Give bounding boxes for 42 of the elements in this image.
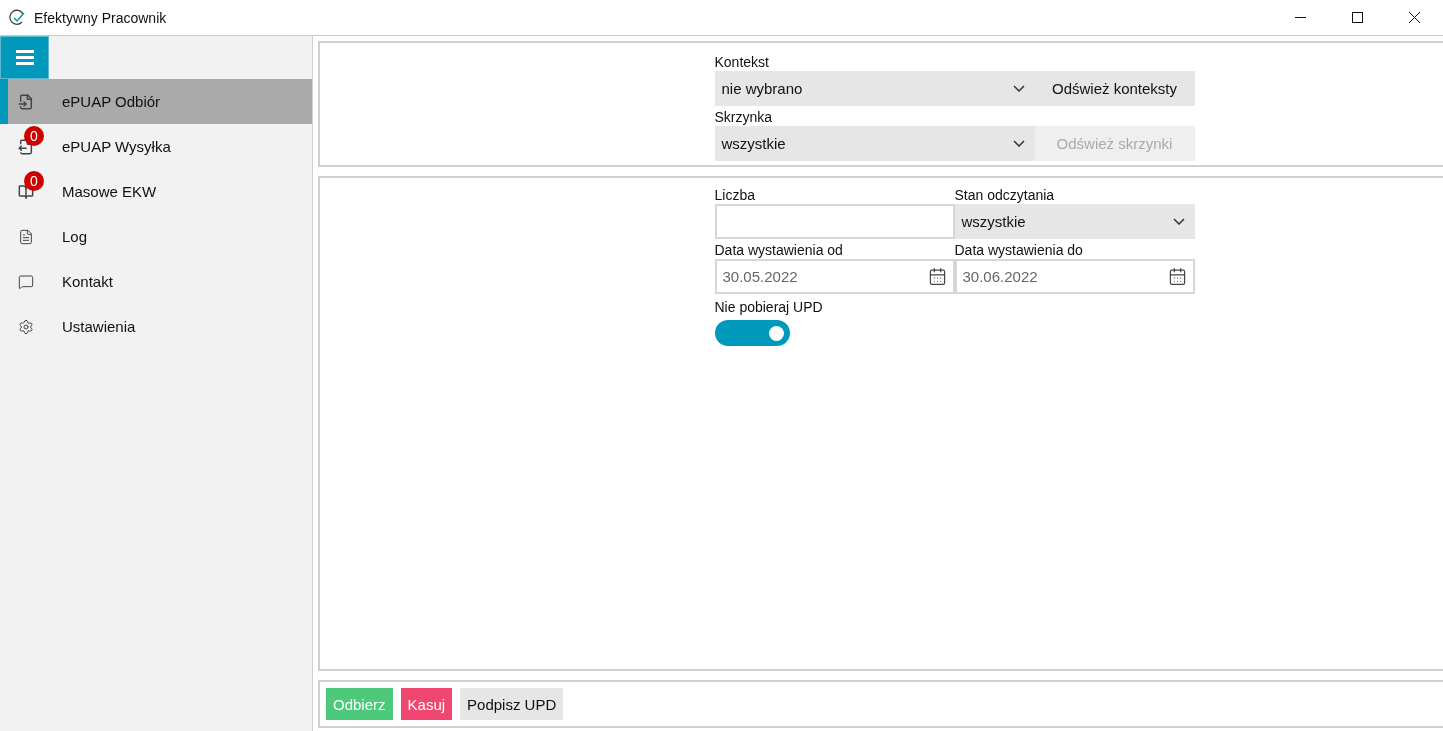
- field-label: Liczba: [714, 186, 756, 204]
- field-label: Kontekst: [714, 53, 770, 71]
- nav-icon: [18, 272, 34, 291]
- calendar-icon: [927, 267, 947, 286]
- action-button[interactable]: Podpisz UPD: [459, 687, 565, 721]
- window-title: Efektywny Pracownik: [34, 9, 168, 26]
- field-label: Data wystawienia od: [714, 241, 844, 259]
- refresh-button[interactable]: Odśwież konteksty: [1034, 71, 1195, 106]
- date-field[interactable]: 30.05.2022: [714, 259, 955, 294]
- chevron-down-icon: [1172, 218, 1185, 225]
- count-badge: 0: [24, 170, 44, 191]
- menu-button[interactable]: [0, 36, 49, 79]
- sidebar-item[interactable]: ePUAP Odbiór: [0, 79, 312, 124]
- field-label: Skrzynka: [714, 108, 774, 126]
- action-button[interactable]: Kasuj: [399, 687, 454, 721]
- nav-icon: [18, 227, 34, 246]
- sidebar-item[interactable]: Log: [0, 214, 312, 259]
- dropdown[interactable]: wszystkie: [954, 204, 1195, 239]
- toggle-switch[interactable]: [714, 320, 790, 346]
- input-field[interactable]: [714, 204, 955, 239]
- maximize-icon: [1352, 12, 1363, 23]
- sidebar-item[interactable]: 0 ePUAP Wysyłka: [0, 124, 312, 169]
- field-label: Stan odczytania: [954, 186, 1056, 204]
- sidebar-item[interactable]: Kontakt: [0, 259, 312, 304]
- refresh-button: Odśwież skrzynki: [1034, 126, 1195, 161]
- calendar-icon: [1167, 267, 1187, 286]
- field-label: Data wystawienia do: [954, 241, 1084, 259]
- close-icon: [1409, 12, 1420, 23]
- checkmark-logo-icon: [8, 8, 26, 27]
- nav-icon: [18, 317, 34, 336]
- date-field[interactable]: 30.06.2022: [954, 259, 1195, 294]
- sidebar-item[interactable]: Ustawienia: [0, 304, 312, 349]
- minimize-icon: [1295, 17, 1306, 18]
- dropdown[interactable]: nie wybrano: [714, 71, 1035, 106]
- chevron-down-icon: [1012, 140, 1025, 147]
- field-label: Nie pobieraj UPD: [714, 298, 824, 316]
- sidebar-item[interactable]: 0 Masowe EKW: [0, 169, 312, 214]
- dropdown[interactable]: wszystkie: [714, 126, 1035, 161]
- chevron-down-icon: [1012, 85, 1025, 92]
- nav-icon: [18, 92, 34, 111]
- count-badge: 0: [24, 125, 44, 146]
- menu-icon: [15, 50, 34, 65]
